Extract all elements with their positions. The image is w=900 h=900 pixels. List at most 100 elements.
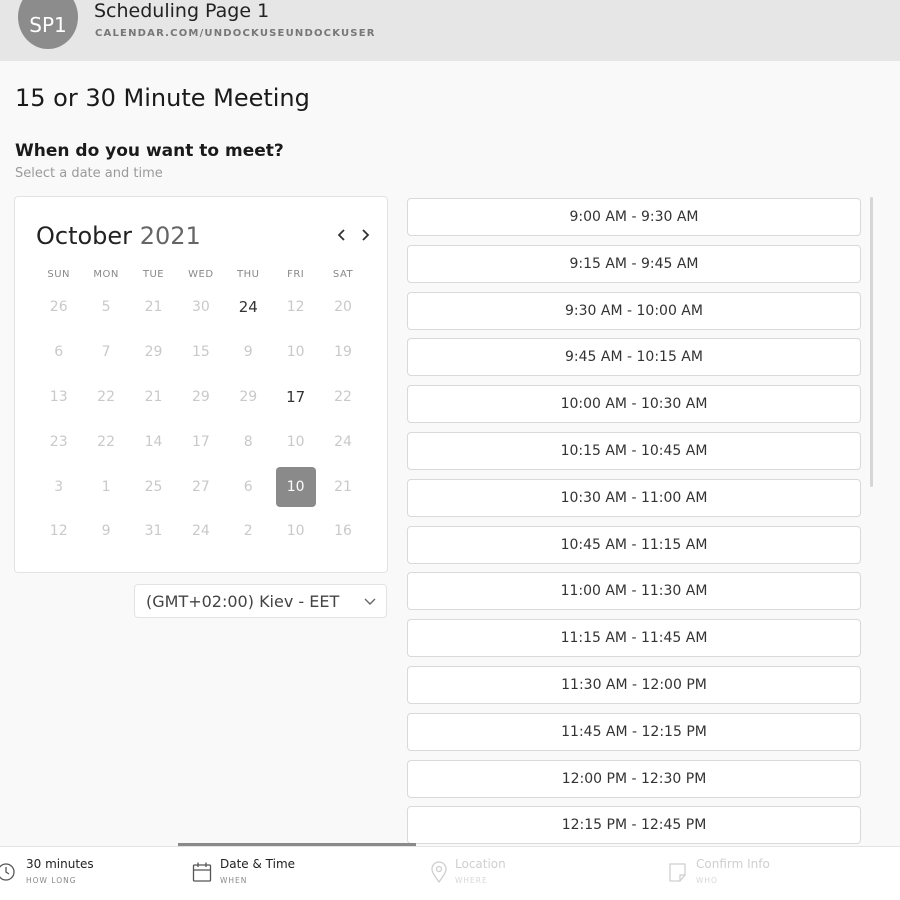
- calendar-day-disabled: 17: [191, 433, 210, 450]
- booking-steps-footer: 30 minutes HOW LONG Date & Time WHEN Loc…: [0, 843, 900, 900]
- time-slot-button[interactable]: 9:45 AM - 10:15 AM: [407, 338, 861, 377]
- calendar-grid: 26 5 21 30 24 12 20 6 7 29 15 9 10 19 13 22 21 29 29 17 22 23…: [35, 285, 375, 554]
- date-picker-calendar: October 2021 SUN MON TUE WED THU FRI SAT 26 5 21…: [14, 196, 388, 573]
- calendar-day-disabled: 22: [97, 388, 115, 405]
- calendar-day-disabled: 25: [144, 478, 163, 495]
- avatar: SP1: [18, 0, 78, 49]
- calendar-day-disabled: 14: [144, 433, 163, 450]
- step-location[interactable]: Location WHERE: [430, 847, 630, 900]
- time-slot-button[interactable]: 10:30 AM - 11:00 AM: [407, 478, 861, 517]
- time-slot-button[interactable]: 9:15 AM - 9:45 AM: [407, 244, 861, 283]
- step-progress-indicator: [178, 843, 416, 846]
- calendar-day-disabled: 15: [191, 344, 210, 361]
- calendar-day-disabled: 21: [334, 478, 352, 495]
- calendar-day-disabled: 12: [286, 299, 305, 316]
- calendar-day-disabled: 10: [286, 523, 305, 540]
- calendar-week-row: 3 1 25 27 6 10 21: [35, 464, 375, 509]
- timezone-value: (GMT+02:00) Kiev - EET: [146, 592, 340, 611]
- calendar-day-disabled: 10: [286, 433, 305, 450]
- step-label: 30 minutes: [26, 857, 94, 871]
- calendar-day-disabled: 29: [239, 388, 258, 405]
- calendar-day-disabled: 16: [334, 523, 352, 540]
- chevron-right-icon: [362, 229, 370, 241]
- step-sublabel: WHERE: [455, 876, 488, 885]
- step-date-time[interactable]: Date & Time WHEN: [192, 847, 392, 900]
- previous-month-button[interactable]: [336, 223, 348, 252]
- calendar-day-disabled: 31: [144, 523, 163, 540]
- time-slot-list[interactable]: 9:00 AM - 9:30 AM 9:15 AM - 9:45 AM 9:30 A…: [405, 196, 863, 846]
- step-duration[interactable]: 30 minutes HOW LONG: [0, 847, 160, 900]
- time-slot-scrollbar[interactable]: [870, 197, 873, 487]
- clock-icon: [0, 863, 15, 881]
- calendar-day-disabled: 23: [49, 433, 68, 450]
- time-slot-button[interactable]: 11:00 AM - 11:30 AM: [407, 572, 861, 611]
- step-confirm-info[interactable]: Confirm Info WHO: [668, 847, 868, 900]
- scheduling-page-url[interactable]: CALENDAR.COM/UNDOCKUSEUNDOCKUSER: [95, 28, 376, 39]
- time-slot-button[interactable]: 10:15 AM - 10:45 AM: [407, 431, 861, 470]
- calendar-week-row: 13 22 21 29 29 17 22: [35, 375, 375, 420]
- calendar-day-disabled: 5: [101, 299, 111, 316]
- calendar-day-disabled: 1: [101, 478, 111, 495]
- chevron-left-icon: [337, 229, 345, 241]
- weekday-label: SAT: [332, 269, 354, 280]
- calendar-day-disabled: 3: [54, 478, 64, 495]
- chevron-down-icon: [364, 598, 376, 605]
- calendar-day-available[interactable]: 24: [225, 287, 272, 327]
- calendar-day-disabled: 8: [243, 433, 253, 450]
- time-slot-button[interactable]: 10:45 AM - 11:15 AM: [407, 525, 861, 564]
- calendar-day-disabled: 22: [97, 433, 115, 450]
- when-heading: When do you want to meet?: [15, 141, 284, 161]
- calendar-week-row: 26 5 21 30 24 12 20: [35, 285, 375, 330]
- time-slot-button[interactable]: 9:30 AM - 10:00 AM: [407, 291, 861, 330]
- selected-day-number: 10: [275, 466, 316, 507]
- calendar-day-disabled: 6: [54, 344, 64, 361]
- time-slot-button[interactable]: 11:30 AM - 12:00 PM: [407, 665, 861, 704]
- location-pin-icon: [431, 861, 447, 883]
- header-bar: SP1 Scheduling Page 1 CALENDAR.COM/UNDOC…: [0, 0, 900, 61]
- calendar-day-disabled: 2: [243, 523, 253, 540]
- step-sublabel: WHO: [696, 876, 718, 885]
- calendar-week-row: 12 9 31 24 2 10 16: [35, 509, 375, 554]
- calendar-day-disabled: 9: [101, 523, 111, 540]
- step-sublabel: WHEN: [220, 876, 248, 885]
- calendar-week-row: 6 7 29 15 9 10 19: [35, 330, 375, 375]
- time-slot-button[interactable]: 9:00 AM - 9:30 AM: [407, 198, 861, 236]
- calendar-week-row: 23 22 14 17 8 10 24: [35, 419, 375, 464]
- weekday-label: TUE: [142, 269, 165, 280]
- time-slot-button[interactable]: 12:00 PM - 12:30 PM: [407, 759, 861, 798]
- weekday-header: SUN MON TUE WED THU FRI SAT: [35, 269, 375, 280]
- step-label: Location: [455, 857, 506, 871]
- calendar-day-available[interactable]: 17: [272, 377, 319, 417]
- time-slot-button[interactable]: 12:15 PM - 12:45 PM: [407, 806, 861, 845]
- event-title: 15 or 30 Minute Meeting: [15, 84, 310, 112]
- calendar-day-disabled: 19: [334, 344, 352, 361]
- calendar-day-disabled: 29: [144, 344, 163, 361]
- time-slot-button[interactable]: 10:00 AM - 10:30 AM: [407, 385, 861, 424]
- calendar-day-disabled: 20: [334, 299, 352, 316]
- step-label: Confirm Info: [696, 857, 770, 871]
- calendar-day-disabled: 21: [144, 388, 163, 405]
- next-month-button[interactable]: [359, 223, 371, 252]
- calendar-day-selected[interactable]: 10: [272, 466, 319, 507]
- timezone-select[interactable]: (GMT+02:00) Kiev - EET: [134, 584, 387, 618]
- calendar-day-disabled: 21: [144, 299, 163, 316]
- when-subheading: Select a date and time: [15, 166, 163, 181]
- calendar-day-disabled: 13: [49, 388, 68, 405]
- scheduling-page-name: Scheduling Page 1: [94, 0, 270, 22]
- calendar-day-disabled: 9: [243, 344, 253, 361]
- calendar-day-disabled: 7: [101, 344, 111, 361]
- year-label: 2021: [139, 222, 201, 250]
- step-sublabel: HOW LONG: [26, 876, 77, 885]
- weekday-label: FRI: [287, 269, 305, 280]
- time-slot-button[interactable]: 11:45 AM - 12:15 PM: [407, 712, 861, 751]
- calendar-day-disabled: 26: [49, 299, 68, 316]
- step-label: Date & Time: [220, 857, 296, 871]
- weekday-label: MON: [93, 269, 119, 280]
- weekday-label: SUN: [47, 269, 71, 280]
- calendar-day-disabled: 29: [191, 388, 210, 405]
- weekday-label: THU: [237, 269, 260, 280]
- calendar-day-disabled: 10: [286, 344, 305, 361]
- time-slot-button[interactable]: 11:15 AM - 11:45 AM: [407, 619, 861, 658]
- calendar-day-disabled: 30: [191, 299, 210, 316]
- calendar-day-disabled: 6: [243, 478, 253, 495]
